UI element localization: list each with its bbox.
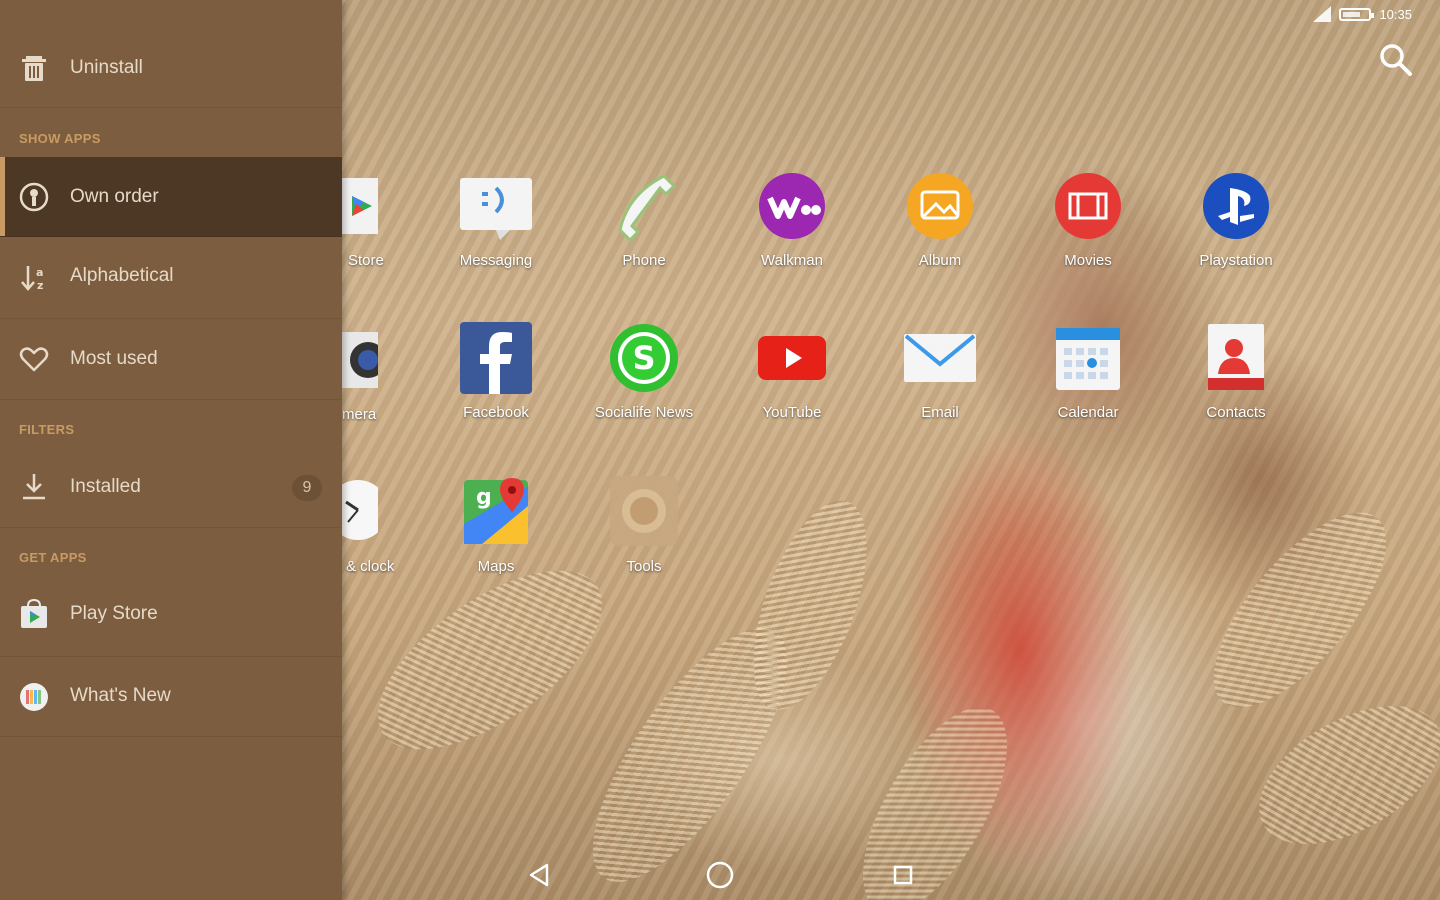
app-label: Messaging xyxy=(459,252,533,269)
app-tools[interactable]: Tools xyxy=(570,476,718,575)
app-socialife[interactable]: S Socialife News xyxy=(570,322,718,421)
installed-count-badge: 9 xyxy=(292,475,322,501)
play-store-label: Play Store xyxy=(70,603,158,624)
wheat-plume xyxy=(1184,485,1416,735)
app-walkman[interactable]: Walkman xyxy=(718,170,866,269)
sort-alphabetical-label: Alphabetical xyxy=(70,265,174,286)
play-store-icon xyxy=(18,598,50,630)
app-playstation[interactable]: Playstation xyxy=(1162,170,1310,269)
app-facebook[interactable]: Facebook xyxy=(422,322,570,421)
app-label: Calendar xyxy=(1057,404,1119,421)
app-messaging[interactable]: Messaging xyxy=(422,170,570,269)
back-icon xyxy=(529,863,549,887)
sort-alpha-icon: a z xyxy=(18,262,50,294)
app-label: Movies xyxy=(1064,252,1112,269)
download-icon xyxy=(18,471,50,503)
walkman-icon xyxy=(756,170,828,242)
app-label: Tools xyxy=(626,558,662,575)
filter-installed-label: Installed xyxy=(70,476,141,497)
app-phone[interactable]: Phone xyxy=(570,170,718,269)
app-label: Maps xyxy=(477,558,515,575)
svg-text:g: g xyxy=(476,485,492,510)
recents-icon xyxy=(893,865,913,885)
album-icon xyxy=(904,170,976,242)
app-album[interactable]: Album xyxy=(866,170,1014,269)
uninstall-label: Uninstall xyxy=(70,57,143,78)
clock: 10:35 xyxy=(1379,6,1412,22)
home-button[interactable] xyxy=(698,853,742,897)
app-movies[interactable]: Movies xyxy=(1014,170,1162,269)
contacts-icon xyxy=(1200,322,1272,394)
filters-section-title: FILTERS xyxy=(19,422,75,437)
app-label: Socialife News xyxy=(594,404,694,421)
search-button[interactable] xyxy=(1376,40,1416,80)
whats-new-icon xyxy=(18,681,50,713)
app-label: Album xyxy=(918,252,962,269)
search-icon xyxy=(1380,44,1412,76)
svg-text:S: S xyxy=(632,339,655,377)
app-maps[interactable]: g Maps xyxy=(422,476,570,575)
filter-installed[interactable]: Installed 9 xyxy=(0,448,342,528)
wheat-plume xyxy=(834,685,1036,900)
back-button[interactable] xyxy=(517,853,561,897)
sort-most-used[interactable]: Most used xyxy=(0,319,342,400)
sort-alphabetical[interactable]: a z Alphabetical xyxy=(0,237,342,319)
movies-icon xyxy=(1052,170,1124,242)
whats-new-label: What's New xyxy=(70,685,171,706)
battery-icon xyxy=(1339,7,1375,21)
play-store-item[interactable]: Play Store xyxy=(0,574,342,657)
status-bar: 10:35 xyxy=(1313,6,1412,22)
maps-icon: g xyxy=(460,476,532,548)
email-icon xyxy=(904,322,976,394)
messaging-icon xyxy=(460,170,532,242)
wheat-plume xyxy=(1235,677,1440,873)
sort-own-order-label: Own order xyxy=(70,186,159,207)
recents-button[interactable] xyxy=(881,853,925,897)
app-email[interactable]: Email xyxy=(866,322,1014,421)
app-label: Facebook xyxy=(463,404,529,421)
show-apps-section-title: SHOW APPS xyxy=(19,131,101,146)
sort-most-used-label: Most used xyxy=(70,348,158,369)
youtube-icon xyxy=(756,322,828,394)
app-label: Contacts xyxy=(1206,404,1266,421)
sort-own-order[interactable]: Own order xyxy=(0,157,342,237)
app-calendar[interactable]: Calendar xyxy=(1014,322,1162,421)
calendar-icon xyxy=(1052,322,1124,394)
person-circle-icon xyxy=(18,181,50,213)
app-label: Phone xyxy=(622,252,666,269)
app-contacts[interactable]: Contacts xyxy=(1162,322,1310,421)
svg-text:a: a xyxy=(36,266,43,279)
app-youtube[interactable]: YouTube xyxy=(718,322,866,421)
uninstall-item[interactable]: Uninstall xyxy=(0,30,342,108)
heart-icon xyxy=(18,343,50,375)
facebook-icon xyxy=(460,322,532,394)
playstation-icon xyxy=(1200,170,1272,242)
phone-icon xyxy=(608,170,680,243)
signal-icon xyxy=(1313,6,1332,22)
home-icon xyxy=(706,861,734,889)
socialife-icon: S xyxy=(608,322,680,394)
svg-text:z: z xyxy=(37,279,43,292)
app-label: Playstation xyxy=(1199,252,1273,269)
app-label: Walkman xyxy=(761,252,823,269)
whats-new-item[interactable]: What's New xyxy=(0,657,342,737)
app-label: Email xyxy=(921,404,959,421)
app-label: YouTube xyxy=(762,404,822,421)
app-drawer-menu: Uninstall SHOW APPS Own order a z Alphab… xyxy=(0,0,342,900)
folder-icon xyxy=(608,476,680,548)
trash-icon xyxy=(18,52,50,84)
get-apps-section-title: GET APPS xyxy=(19,550,87,565)
